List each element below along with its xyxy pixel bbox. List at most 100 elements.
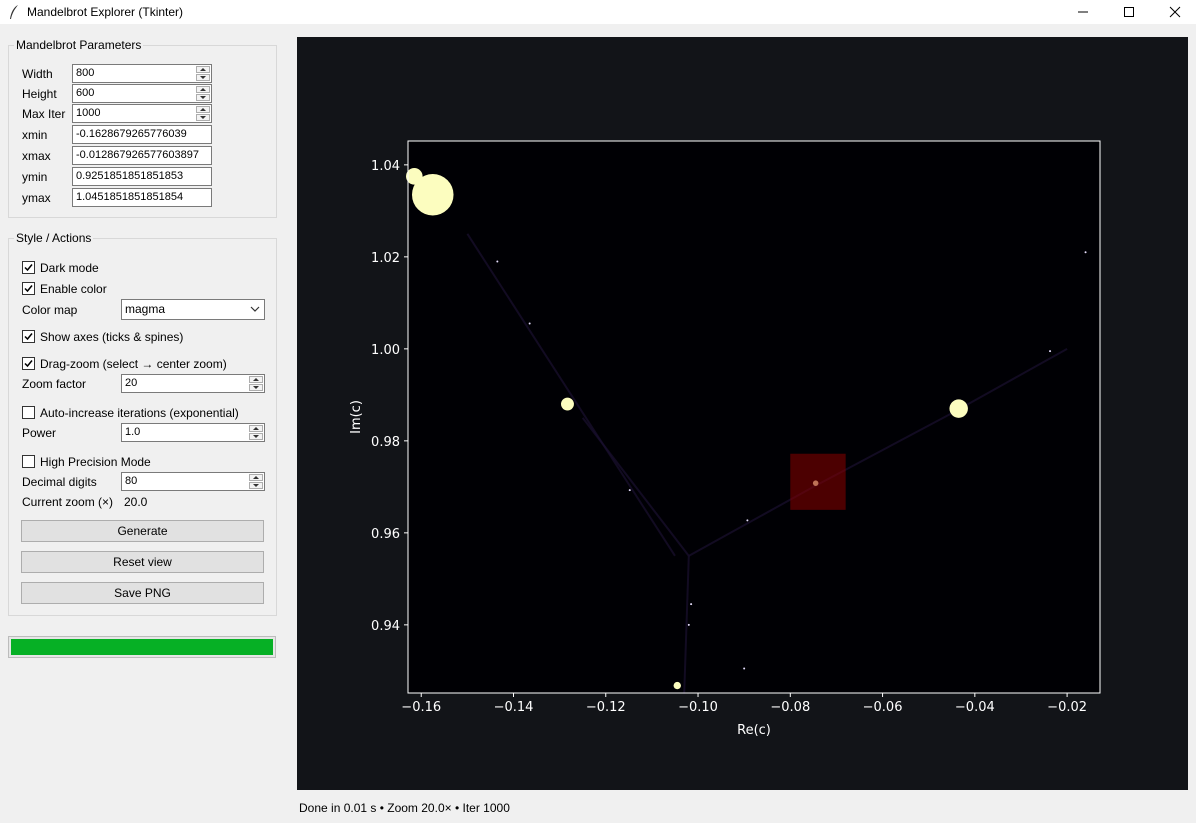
width-value: 800 [76, 67, 95, 79]
zoom-factor-spinbox[interactable]: 20 [121, 374, 265, 393]
show-axes-label: Show axes (ticks & spines) [40, 330, 184, 344]
xmin-label: xmin [22, 128, 48, 142]
high-precision-label: High Precision Mode [40, 455, 151, 469]
status-text: Done in 0.01 s • Zoom 20.0× • Iter 1000 [299, 801, 510, 815]
generate-button[interactable]: Generate [21, 520, 264, 542]
y-tick-label: 1.02 [371, 251, 400, 266]
checkmark-icon [24, 264, 33, 272]
close-button[interactable] [1152, 0, 1196, 24]
feather-icon [10, 5, 18, 19]
fractal-dot [1084, 251, 1087, 254]
zoom-factor-up-arrow-icon[interactable] [249, 376, 263, 383]
style-group-title: Style / Actions [14, 231, 94, 245]
max-iter-value: 1000 [76, 107, 101, 119]
minimize-button[interactable] [1060, 0, 1106, 24]
fractal-dot [628, 489, 631, 492]
high-precision-checkbox[interactable] [22, 455, 35, 468]
fractal-dot [1049, 350, 1052, 353]
current-zoom-label: Current zoom (×) [22, 495, 114, 509]
width-spinbox[interactable]: 800 [72, 64, 212, 83]
power-spinbox[interactable]: 1.0 [121, 423, 265, 442]
save-png-button[interactable]: Save PNG [21, 582, 264, 604]
x-tick-label: −0.02 [1047, 700, 1087, 715]
x-tick-label: −0.08 [770, 700, 810, 715]
fractal-dot [743, 667, 746, 670]
checkmark-icon [24, 285, 33, 293]
fractal-dot [528, 322, 531, 325]
y-tick-label: 1.04 [371, 159, 400, 174]
minimize-icon [1078, 11, 1088, 13]
ymin-field[interactable]: 0.9251851851851853 [72, 167, 212, 186]
maximize-button[interactable] [1106, 0, 1152, 24]
max-iter-up-arrow-icon[interactable] [196, 106, 210, 113]
height-spinbox[interactable]: 600 [72, 84, 212, 103]
drag-zoom-checkbox[interactable] [22, 357, 35, 370]
checkmark-icon [24, 333, 33, 341]
checkmark-icon [24, 360, 33, 368]
x-tick-label: −0.12 [586, 700, 626, 715]
drag-zoom-label: Drag-zoom (select → center zoom) [40, 357, 227, 371]
height-up-arrow-icon[interactable] [196, 86, 210, 93]
max-iter-label: Max Iter [22, 107, 66, 121]
x-tick-label: −0.04 [955, 700, 995, 715]
height-down-arrow-icon[interactable] [196, 94, 210, 101]
zoom-factor-down-arrow-icon[interactable] [249, 384, 263, 391]
max-iter-down-arrow-icon[interactable] [196, 114, 210, 121]
power-value: 1.0 [125, 426, 141, 438]
width-label: Width [22, 67, 53, 81]
xmin-field[interactable]: -0.1628679265776039 [72, 125, 212, 144]
decimal-digits-spinbox[interactable]: 80 [121, 472, 265, 491]
maximize-icon [1124, 7, 1134, 17]
x-tick-label: −0.14 [494, 700, 534, 715]
width-down-arrow-icon[interactable] [196, 74, 210, 81]
decimal-digits-value: 80 [125, 475, 138, 487]
decimal-digits-down-arrow-icon[interactable] [249, 482, 263, 489]
color-map-select[interactable]: magma [121, 299, 265, 320]
height-label: Height [22, 87, 57, 101]
ymax-field[interactable]: 1.0451851851851854 [72, 188, 212, 207]
decimal-digits-up-arrow-icon[interactable] [249, 474, 263, 481]
progress-bar [8, 636, 276, 658]
ymin-label: ymin [22, 170, 48, 184]
width-up-arrow-icon[interactable] [196, 66, 210, 73]
height-value: 600 [76, 87, 95, 99]
auto-iter-label: Auto-increase iterations (exponential) [40, 406, 239, 420]
xmax-field[interactable]: -0.012867926577603897 [72, 146, 212, 165]
fractal-blob [949, 399, 968, 418]
plot-canvas[interactable]: −0.16 −0.14 −0.12 −0.10 −0.08 −0.06 −0.04 −0.02… [297, 37, 1188, 790]
fractal-blob [561, 397, 574, 411]
max-iter-spinbox[interactable]: 1000 [72, 104, 212, 123]
decimal-digits-label: Decimal digits [22, 475, 97, 489]
zoom-factor-label: Zoom factor [22, 377, 87, 391]
window-title: Mandelbrot Explorer (Tkinter) [27, 5, 184, 19]
fractal-dot [496, 260, 499, 263]
fractal-dot [690, 603, 693, 606]
chevron-down-icon [250, 306, 260, 312]
reset-view-button[interactable]: Reset view [21, 551, 264, 573]
params-group-title: Mandelbrot Parameters [14, 38, 144, 52]
zoom-factor-value: 20 [125, 377, 138, 389]
auto-iter-checkbox[interactable] [22, 406, 35, 419]
x-tick-label: −0.16 [401, 700, 441, 715]
fractal-blob [673, 681, 681, 690]
y-tick-label: 0.94 [371, 619, 400, 634]
x-tick-label: −0.06 [863, 700, 903, 715]
mandelbrot-chart[interactable]: −0.16 −0.14 −0.12 −0.10 −0.08 −0.06 −0.04 −0.02… [297, 37, 1188, 790]
fractal-background [408, 141, 1100, 693]
close-icon [1169, 6, 1181, 18]
current-zoom-value: 20.0 [124, 495, 148, 509]
y-tick-label: 1.00 [371, 343, 400, 358]
dark-mode-label: Dark mode [40, 261, 99, 275]
x-axis-label: Re(c) [737, 723, 771, 738]
x-tick-label: −0.10 [678, 700, 718, 715]
enable-color-checkbox[interactable] [22, 282, 35, 295]
zoom-selection-rect [790, 453, 846, 510]
dark-mode-checkbox[interactable] [22, 261, 35, 274]
fractal-dot [746, 519, 749, 522]
enable-color-label: Enable color [40, 282, 107, 296]
color-map-value: magma [125, 302, 166, 316]
power-up-arrow-icon[interactable] [249, 425, 263, 432]
power-down-arrow-icon[interactable] [249, 433, 263, 440]
fractal-dot [687, 623, 690, 626]
show-axes-checkbox[interactable] [22, 330, 35, 343]
